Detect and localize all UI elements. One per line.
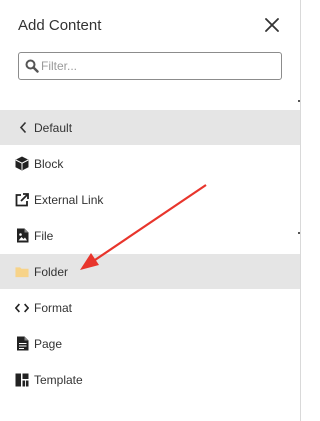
panel-title: Add Content	[18, 17, 102, 34]
item-format[interactable]: Format	[0, 290, 300, 325]
filter-input[interactable]	[41, 56, 277, 76]
search-icon	[25, 59, 39, 73]
item-file[interactable]: File	[0, 218, 300, 253]
item-label: Template	[34, 373, 83, 387]
item-label: Block	[34, 157, 64, 171]
back-to-default[interactable]: Default	[0, 110, 300, 145]
item-external-link[interactable]: External Link	[0, 182, 300, 217]
item-label: File	[34, 229, 54, 243]
code-icon	[15, 300, 29, 315]
close-button[interactable]	[262, 15, 282, 35]
item-label: External Link	[34, 193, 104, 207]
panel-header: Add Content	[0, 0, 300, 48]
add-content-panel: Add Content Default Block	[0, 0, 301, 421]
document-icon	[15, 336, 29, 351]
back-label: Default	[34, 121, 73, 135]
edge-mark	[298, 100, 300, 102]
close-icon	[265, 18, 279, 32]
file-image-icon	[15, 228, 29, 243]
external-link-icon	[15, 192, 29, 207]
folder-icon	[15, 264, 29, 279]
template-grid-icon	[15, 372, 29, 387]
item-label: Page	[34, 337, 63, 351]
item-template[interactable]: Template	[0, 362, 300, 397]
item-block[interactable]: Block	[0, 146, 300, 181]
item-label: Format	[34, 301, 73, 315]
chevron-left-icon	[19, 121, 27, 134]
item-label: Folder	[34, 265, 69, 279]
cube-icon	[15, 156, 29, 171]
item-page[interactable]: Page	[0, 326, 300, 361]
filter-field[interactable]	[18, 52, 282, 80]
item-folder[interactable]: Folder	[0, 254, 300, 289]
